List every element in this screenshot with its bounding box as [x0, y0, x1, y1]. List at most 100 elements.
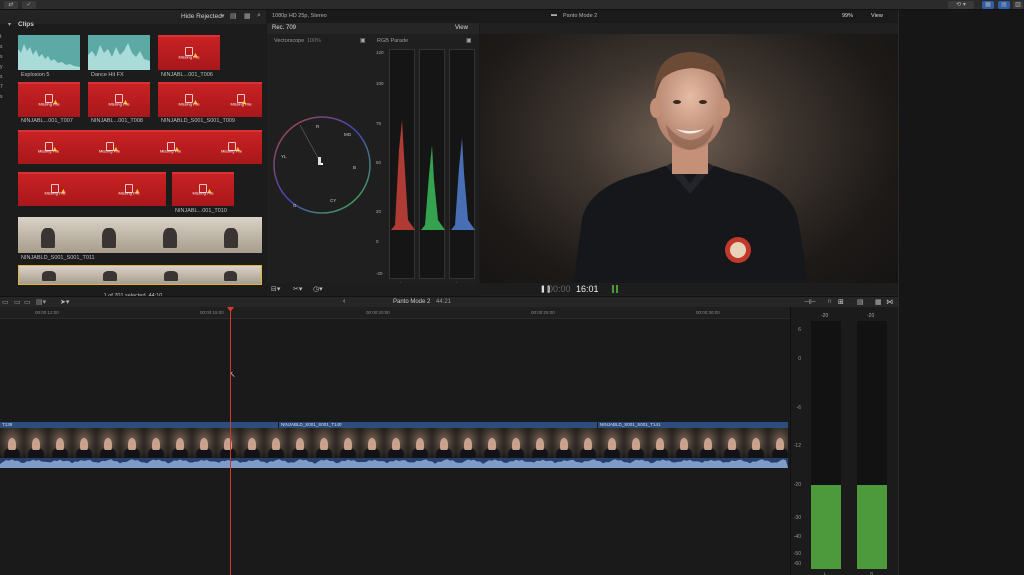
missing-file-thumb: ▲ Missing File	[18, 130, 79, 164]
parade-scale-label: 100	[376, 81, 384, 86]
transform-icon[interactable]: ✂▾	[293, 285, 302, 293]
meter-right-level	[857, 485, 887, 569]
clip-filmstrip-selected[interactable]	[18, 265, 262, 285]
clip-filmstrip[interactable]: NINJABLD_S001_S001_T011	[18, 217, 262, 265]
clip-name: Explosion 5	[21, 72, 50, 78]
sidebar-fragment[interactable]: s	[0, 94, 14, 104]
video-frame	[141, 266, 202, 284]
meter-scale-label: -40	[793, 534, 801, 540]
keyword-icon[interactable]: ✓	[22, 1, 36, 9]
insert-clip-icon[interactable]: ▭	[14, 298, 21, 306]
clip-filmstrip[interactable]: ▲ Missing File ▲ Missing File ▲ Missing …	[18, 82, 262, 128]
clip-appearance-icon[interactable]: ▤	[857, 298, 864, 306]
vectorscope-percent: 100%	[307, 38, 322, 44]
timeline-frame	[72, 428, 96, 458]
sidebar-fragment[interactable]: t	[0, 34, 14, 44]
clip-filmstrip[interactable]	[0, 428, 788, 458]
timeline[interactable]: 00:00:12:00 00:00:15:00 00:00:20:00 00:0…	[0, 307, 790, 575]
missing-file-text: Missing File	[37, 148, 60, 154]
disclosure-triangle-icon[interactable]: ▾	[8, 21, 11, 28]
clip-filmstrip[interactable]: ▲ Missing File ▲ Missing File	[18, 172, 168, 206]
peak-right: -20	[867, 313, 875, 319]
missing-file-thumb: ▲ Missing File	[18, 172, 92, 206]
ruler-label: 00:00:25:00	[531, 310, 555, 315]
top-toolbar: ⇄ ✓ ⟲ ▾ ▦ ▤ ▥	[0, 0, 1024, 10]
background-tasks-icon[interactable]: ⟲ ▾	[948, 1, 974, 9]
timeline-frame	[624, 428, 648, 458]
layout-browser-icon[interactable]: ▦	[982, 1, 994, 9]
timeline-frame	[24, 428, 48, 458]
vector-target-g: G	[293, 203, 297, 208]
timeline-ruler[interactable]: 00:00:12:00 00:00:15:00 00:00:20:00 00:0…	[0, 307, 790, 319]
sidebar-fragment[interactable]: y	[0, 64, 14, 74]
clip-audio-waveform[interactable]	[0, 458, 788, 468]
select-tool-icon[interactable]: ➤▾	[60, 298, 69, 306]
import-icon[interactable]: ⇄	[4, 1, 18, 9]
timeline-frame	[264, 428, 288, 458]
parade-channel	[389, 49, 415, 279]
overwrite-clip-icon[interactable]: ▭	[24, 298, 31, 306]
timeline-frame	[768, 428, 788, 458]
timeline-frame	[144, 428, 168, 458]
connect-clip-icon[interactable]: ▭	[2, 298, 9, 306]
sidebar-fragment[interactable]: s	[0, 44, 14, 54]
parade-settings-icon[interactable]: ▣	[466, 37, 472, 44]
meter-scale-label: 6	[798, 327, 801, 333]
vectorscope-label: Vectorscope	[274, 38, 305, 44]
history-back-icon[interactable]: ‹	[343, 298, 345, 305]
clip-filmstrip[interactable]: ▲ Missing File ▲ Missing File ▲ Missing …	[18, 130, 262, 166]
meter-scale-label: -30	[793, 515, 801, 521]
timeline-frame	[168, 428, 192, 458]
audio-waveform	[18, 35, 80, 70]
edit-options-icon[interactable]: ▤▾	[36, 298, 46, 306]
speed-icon[interactable]: ◷▾	[313, 285, 323, 293]
clip-thumbnail[interactable]: ▲ Missing File NINJABL...001_T006	[158, 35, 220, 81]
parade-scale-label: 120	[376, 50, 384, 55]
timeline-frame	[408, 428, 432, 458]
zoom-popup[interactable]: 99%	[842, 13, 853, 19]
sidebar-fragment[interactable]: s	[0, 74, 14, 84]
parade-trace	[451, 138, 475, 230]
timeline-frame	[504, 428, 528, 458]
sidebar-fragment[interactable]: 7	[0, 84, 14, 94]
skimming-icon[interactable]: ⊞	[838, 298, 844, 306]
filmstrip-view-icon[interactable]: ▤	[230, 12, 237, 20]
vectorscope-settings-icon[interactable]: ▣	[360, 37, 366, 44]
playhead[interactable]	[230, 307, 231, 575]
clip-thumbnail[interactable]: Dance Hit FX	[88, 35, 150, 81]
rgb-parade-label: RGB Parade	[377, 38, 409, 44]
waveform-path	[0, 459, 788, 468]
timeline-frame	[120, 428, 144, 458]
filter-chevron-icon[interactable]: ▾	[221, 12, 225, 20]
meter-scale-label: -60	[793, 561, 801, 567]
viewer-view-popup[interactable]: View	[871, 13, 883, 19]
filter-popup[interactable]: Hide Rejected	[181, 13, 222, 20]
timeline-frame	[312, 428, 336, 458]
search-icon[interactable]: ⌕	[257, 12, 261, 20]
missing-file-thumb: ▲ Missing File	[88, 82, 150, 117]
layout-timeline-icon[interactable]: ▤	[998, 1, 1010, 9]
index-icon[interactable]: ⊣⊢	[804, 298, 816, 306]
timeline-duration: 44:21	[436, 299, 452, 305]
presenter-illustration	[572, 52, 810, 294]
parade-scale-label: 75	[376, 121, 382, 126]
headphones-icon[interactable]: ∩	[827, 298, 832, 305]
clip-thumbnail[interactable]: Explosion 5	[18, 35, 80, 81]
timecode-display[interactable]: 16:01	[576, 284, 599, 294]
viewer-options-icon[interactable]: ⊟▾	[271, 285, 280, 293]
empty-right-panel	[898, 10, 1024, 575]
effects-browser-icon[interactable]: ▦	[875, 298, 882, 306]
layout-inspector-icon[interactable]: ▥	[1013, 1, 1023, 9]
parade-trace	[391, 120, 415, 230]
viewer[interactable]	[480, 23, 898, 296]
clip-thumbnail[interactable]: ▲ Missing File NINJABL...001_T010	[172, 172, 234, 218]
video-frame	[79, 217, 140, 253]
timeline-frame	[552, 428, 576, 458]
vectorscope-graticule	[273, 116, 371, 214]
clip-appearance-icon[interactable]: ▦	[244, 12, 251, 20]
scopes-view-popup[interactable]: View	[455, 25, 468, 31]
missing-file-thumb: ▲ Missing File	[92, 172, 166, 206]
library-sidebar-edge: t s s y s 7 s	[0, 34, 14, 164]
transitions-icon[interactable]: ⋈	[886, 298, 893, 306]
sidebar-fragment[interactable]: s	[0, 54, 14, 64]
